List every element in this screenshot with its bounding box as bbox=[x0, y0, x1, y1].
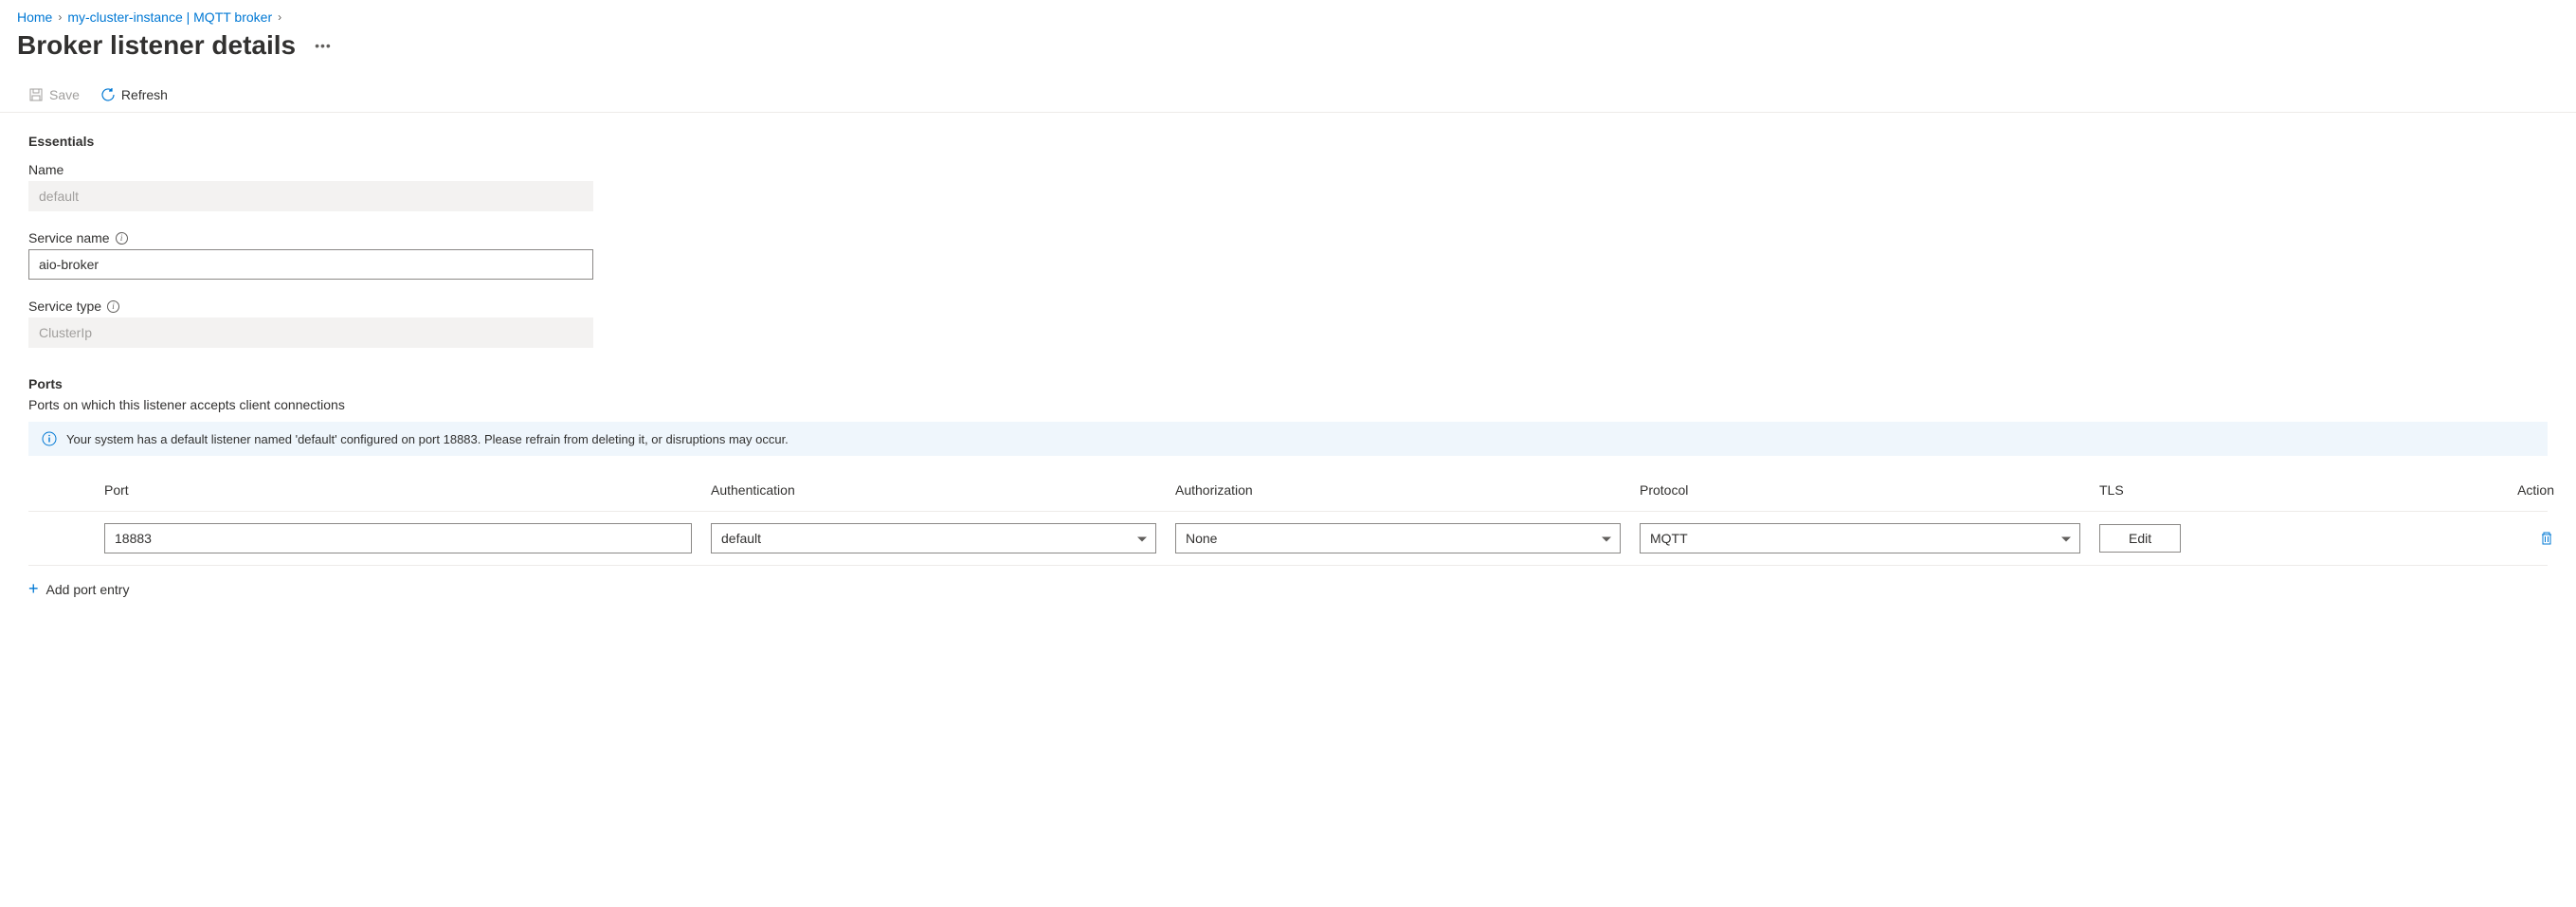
breadcrumb-home[interactable]: Home bbox=[17, 9, 52, 25]
plus-icon: + bbox=[28, 579, 39, 599]
authentication-select[interactable] bbox=[711, 523, 1156, 553]
column-tls: TLS bbox=[2099, 482, 2488, 498]
refresh-label: Refresh bbox=[121, 87, 168, 102]
ports-heading: Ports bbox=[28, 376, 2548, 391]
name-field bbox=[28, 181, 593, 211]
add-port-button[interactable]: + Add port entry bbox=[28, 566, 2548, 612]
save-label: Save bbox=[49, 87, 80, 102]
authorization-select[interactable] bbox=[1175, 523, 1621, 553]
column-authorization: Authorization bbox=[1175, 482, 1640, 498]
info-icon[interactable]: i bbox=[107, 300, 119, 313]
service-type-label-row: Service type i bbox=[28, 299, 2548, 314]
essentials-heading: Essentials bbox=[28, 134, 2548, 149]
tls-edit-button[interactable]: Edit bbox=[2099, 524, 2181, 553]
column-authentication: Authentication bbox=[711, 482, 1175, 498]
refresh-button[interactable]: Refresh bbox=[100, 87, 168, 102]
save-icon bbox=[28, 87, 44, 102]
chevron-right-icon: › bbox=[278, 10, 281, 24]
service-name-label: Service name bbox=[28, 230, 110, 245]
ports-description: Ports on which this listener accepts cli… bbox=[28, 397, 2548, 412]
info-banner-text: Your system has a default listener named… bbox=[66, 432, 789, 446]
protocol-select[interactable] bbox=[1640, 523, 2080, 553]
chevron-right-icon: › bbox=[58, 10, 62, 24]
delete-icon[interactable] bbox=[2539, 531, 2554, 546]
page-title: Broker listener details bbox=[17, 30, 296, 61]
save-button[interactable]: Save bbox=[28, 87, 80, 102]
info-icon bbox=[42, 431, 57, 446]
name-label: Name bbox=[28, 162, 2548, 177]
breadcrumb: Home › my-cluster-instance | MQTT broker… bbox=[0, 0, 2576, 30]
table-row: Edit bbox=[28, 512, 2548, 566]
ports-table-header: Port Authentication Authorization Protoc… bbox=[28, 463, 2548, 512]
service-name-label-row: Service name i bbox=[28, 230, 2548, 245]
column-protocol: Protocol bbox=[1640, 482, 2099, 498]
service-name-field[interactable] bbox=[28, 249, 593, 280]
more-icon[interactable]: ••• bbox=[315, 38, 332, 53]
column-port: Port bbox=[104, 482, 711, 498]
port-input[interactable] bbox=[104, 523, 692, 553]
refresh-icon bbox=[100, 87, 116, 102]
service-type-label: Service type bbox=[28, 299, 101, 314]
info-banner: Your system has a default listener named… bbox=[28, 422, 2548, 456]
ports-table: Port Authentication Authorization Protoc… bbox=[28, 463, 2548, 566]
info-icon[interactable]: i bbox=[116, 232, 128, 245]
column-action: Action bbox=[2488, 482, 2573, 498]
toolbar: Save Refresh bbox=[0, 78, 2576, 113]
breadcrumb-instance[interactable]: my-cluster-instance | MQTT broker bbox=[67, 9, 272, 25]
service-type-field bbox=[28, 317, 593, 348]
add-port-label: Add port entry bbox=[46, 582, 130, 597]
page-header: Broker listener details ••• bbox=[0, 30, 2576, 78]
